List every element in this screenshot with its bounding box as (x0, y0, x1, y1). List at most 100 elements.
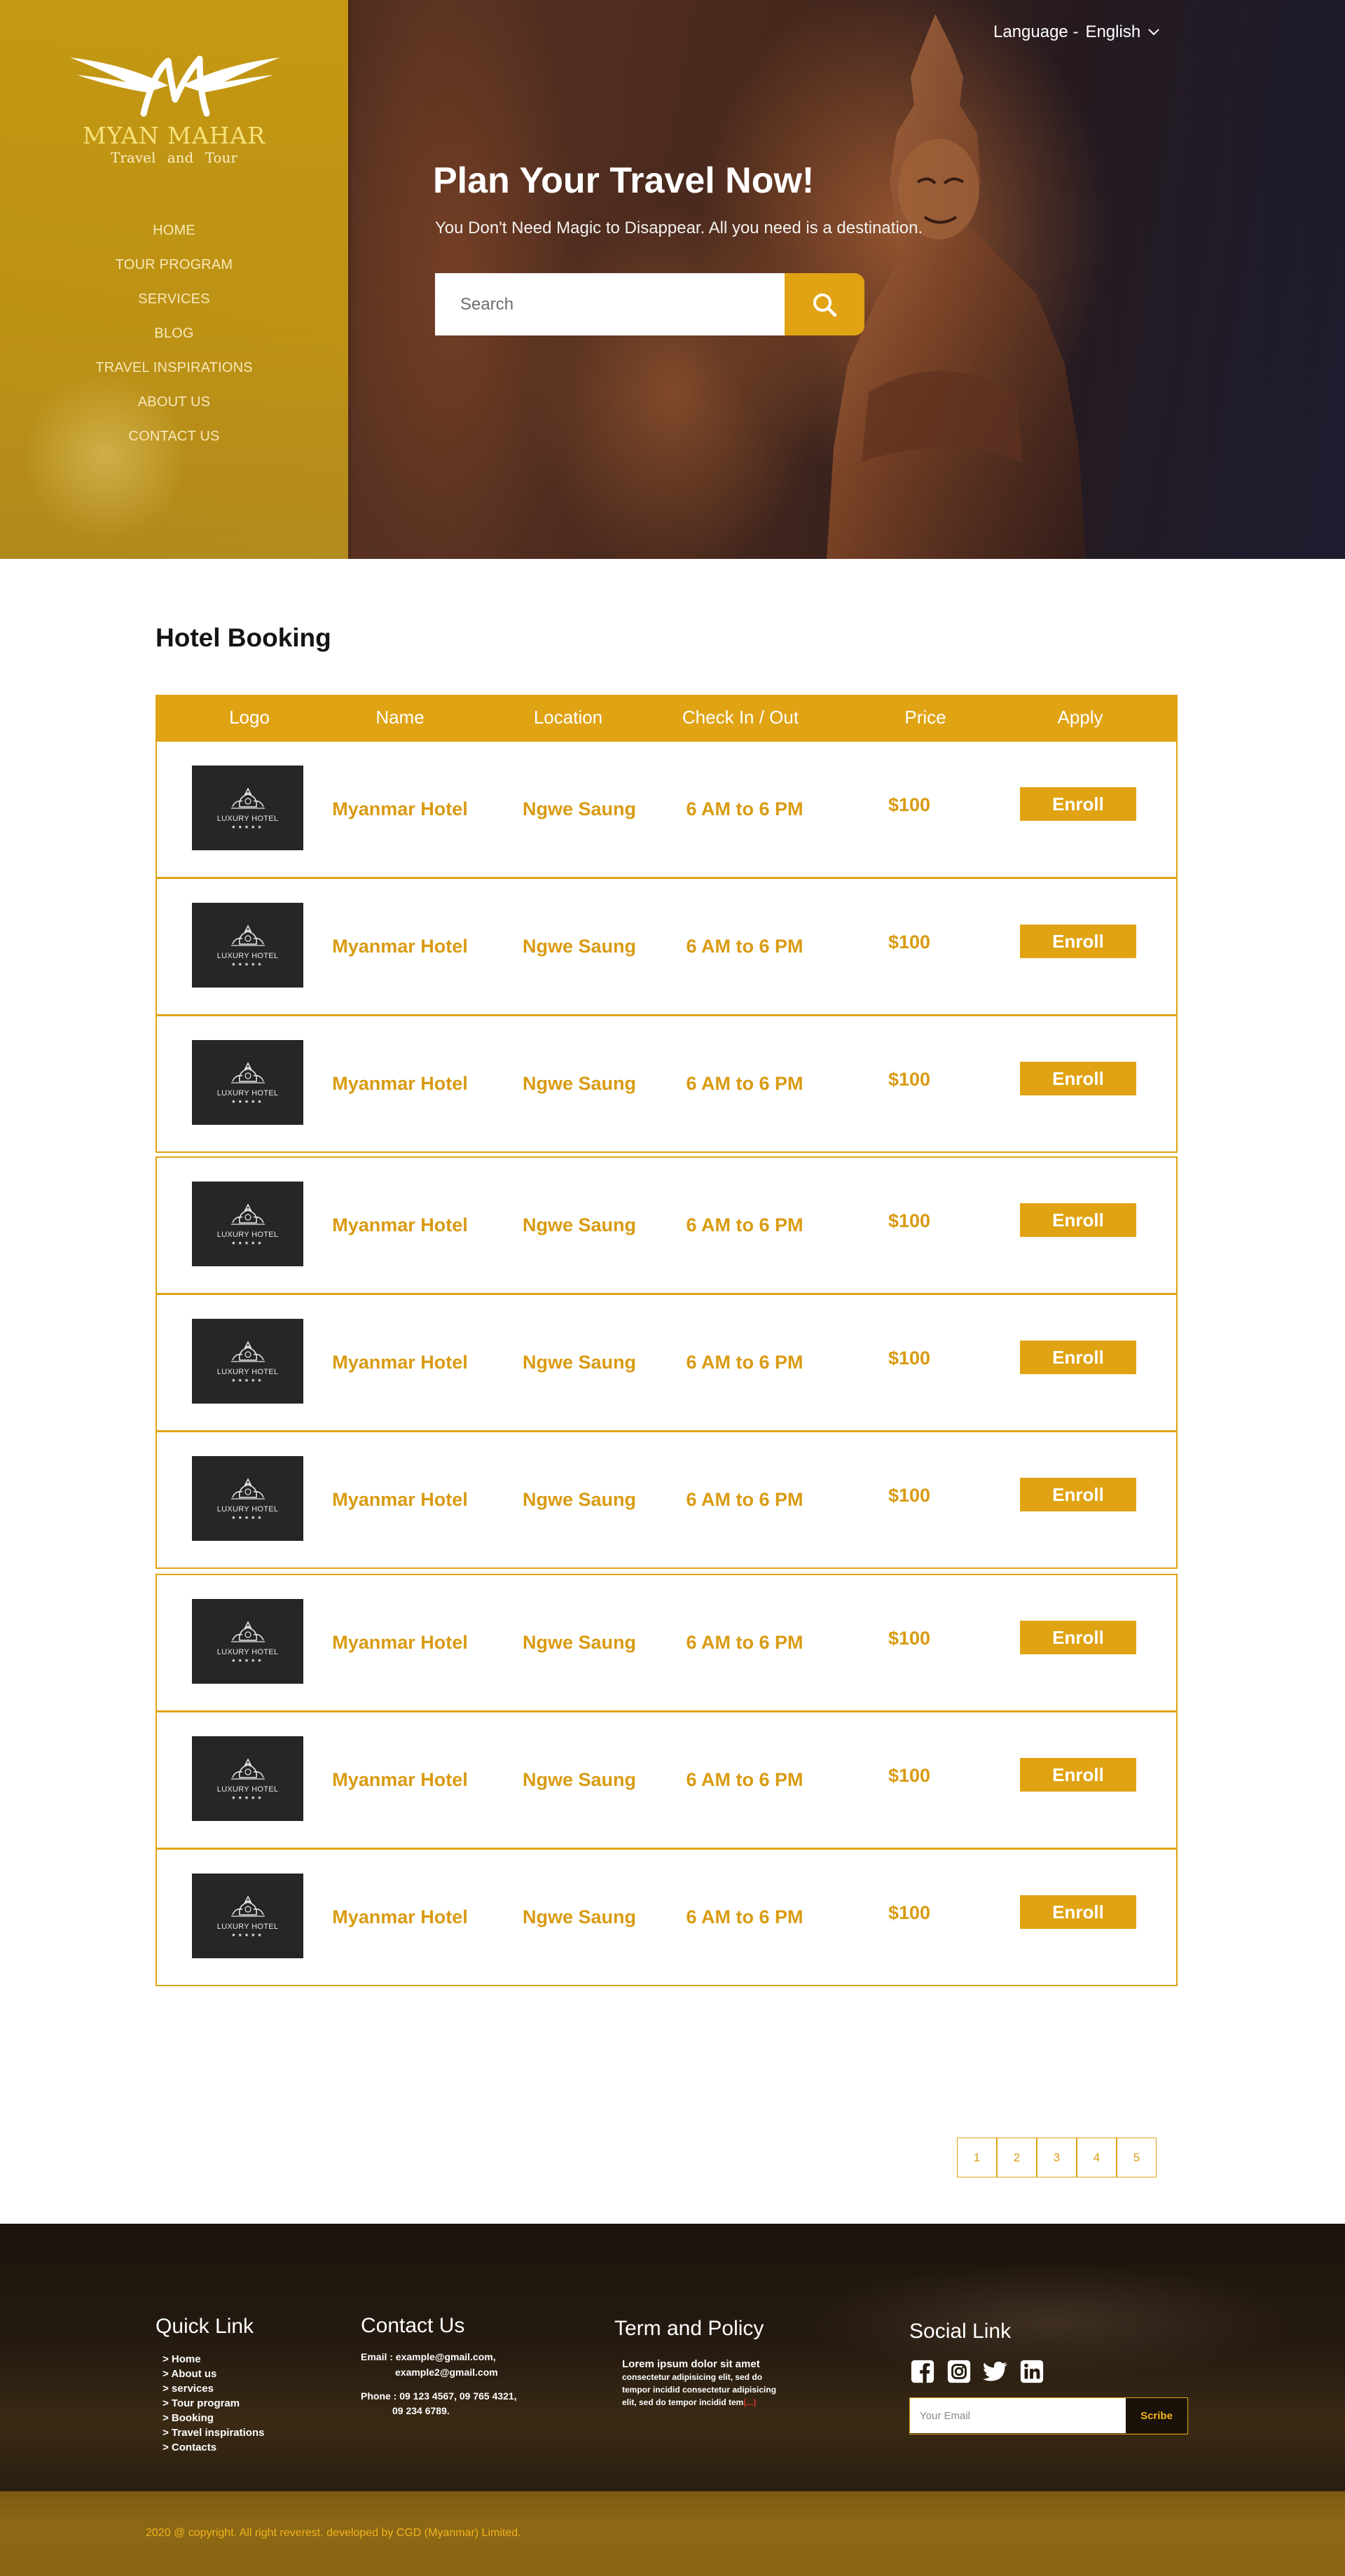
hotel-logo-text: LUXURY HOTEL (216, 1505, 279, 1514)
column-header-logo: Logo (229, 707, 270, 728)
subscribe-button[interactable]: Scribe (1126, 2398, 1187, 2433)
table-row: LUXURY HOTEL ★★★★★ Myanmar Hotel Ngwe Saung… (156, 1156, 1178, 1294)
term-policy-text: Lorem ipsum dolor sit amet consectetur a… (622, 2358, 811, 2409)
hotel-location: Ngwe Saung (522, 798, 637, 819)
contact-email-line-1: Email : example@gmail.com, (361, 2351, 496, 2362)
enroll-button[interactable]: Enroll (1020, 787, 1136, 821)
enroll-button[interactable]: Enroll (1020, 1341, 1136, 1374)
hotel-crest-icon (230, 1895, 265, 1917)
search-bar (435, 273, 864, 335)
column-header-price: Price (904, 707, 946, 728)
nav-link-tour-program[interactable]: TOUR PROGRAM (116, 257, 233, 272)
social-icons (909, 2358, 1045, 2385)
hotel-logo: LUXURY HOTEL ★★★★★ (192, 1736, 303, 1821)
brand-logo[interactable] (63, 43, 287, 127)
hotel-location: Ngwe Saung (522, 1769, 637, 1790)
contact-title: Contact Us (361, 2314, 465, 2337)
quick-link-about-us[interactable]: > About us (163, 2368, 264, 2383)
enroll-button[interactable]: Enroll (1020, 925, 1136, 958)
search-input[interactable] (435, 273, 785, 335)
quick-link-home[interactable]: > Home (163, 2353, 264, 2368)
hotel-crest-icon (230, 1621, 265, 1642)
enroll-button[interactable]: Enroll (1020, 1621, 1136, 1654)
contact-phone-line-1: Phone : 09 123 4567, 09 765 4321, (361, 2390, 517, 2402)
hotel-check-time: 6 AM to 6 PM (686, 1632, 803, 1653)
hero-subtitle: You Don't Need Magic to Disappear. All y… (435, 219, 923, 237)
term-policy-title: Term and Policy (614, 2317, 764, 2340)
twitter-icon[interactable] (982, 2358, 1009, 2385)
hotel-check-time: 6 AM to 6 PM (686, 1769, 803, 1790)
hotel-name: Myanmar Hotel (332, 1489, 468, 1510)
newsletter-form: Scribe (909, 2397, 1188, 2435)
brand-name: MYAN MAHAR (82, 122, 266, 149)
hotel-booking-title: Hotel Booking (156, 623, 331, 652)
newsletter-email-input[interactable] (910, 2398, 1126, 2433)
table-row: LUXURY HOTEL ★★★★★ Myanmar Hotel Ngwe Saung… (156, 878, 1178, 1016)
nav-link-about-us[interactable]: ABOUT US (138, 394, 210, 410)
hotel-price: $100 (888, 1628, 931, 1649)
term-more-link[interactable]: (...) (743, 2397, 756, 2407)
hotel-crest-icon (230, 1062, 265, 1083)
hotel-logo-text: LUXURY HOTEL (216, 1785, 279, 1794)
search-button[interactable] (785, 273, 864, 335)
enroll-button[interactable]: Enroll (1020, 1895, 1136, 1929)
instagram-icon[interactable] (946, 2358, 972, 2385)
hotel-logo: LUXURY HOTEL ★★★★★ (192, 1182, 303, 1266)
hotel-price: $100 (888, 794, 931, 815)
enroll-button[interactable]: Enroll (1020, 1478, 1136, 1511)
quick-link-tour-program[interactable]: > Tour program (163, 2397, 264, 2412)
hotel-check-time: 6 AM to 6 PM (686, 1489, 803, 1510)
page-2-button[interactable]: 2 (997, 2138, 1037, 2177)
hotel-location: Ngwe Saung (522, 1073, 637, 1094)
language-label: Language - (993, 22, 1079, 41)
nav-link-travel-inspirations[interactable]: TRAVEL INSPIRATIONS (95, 360, 253, 375)
chevron-down-icon (1148, 29, 1159, 36)
quick-link-contacts[interactable]: > Contacts (163, 2442, 264, 2456)
hotel-location: Ngwe Saung (522, 1352, 637, 1373)
hotel-logo-text: LUXURY HOTEL (216, 952, 279, 960)
hotel-name: Myanmar Hotel (332, 1073, 468, 1094)
enroll-button[interactable]: Enroll (1020, 1203, 1136, 1237)
hotel-logo-text: LUXURY HOTEL (216, 1648, 279, 1656)
hotel-crest-icon (230, 1478, 265, 1500)
nav-link-services[interactable]: SERVICES (138, 291, 209, 307)
page-3-button[interactable]: 3 (1037, 2138, 1077, 2177)
quick-link-travel-inspirations[interactable]: > Travel inspirations (163, 2427, 264, 2442)
page-1-button[interactable]: 1 (957, 2138, 997, 2177)
nav-link-blog[interactable]: BLOG (154, 326, 193, 341)
quick-link-services[interactable]: > services (163, 2383, 264, 2397)
hotel-price: $100 (888, 1210, 931, 1231)
hotel-check-time: 6 AM to 6 PM (686, 936, 803, 957)
hotel-logo: LUXURY HOTEL ★★★★★ (192, 1040, 303, 1125)
hotel-name: Myanmar Hotel (332, 1769, 468, 1790)
hotel-logo-stars: ★★★★★ (231, 824, 264, 830)
hero-title: Plan Your Travel Now! (433, 160, 815, 201)
hotel-name: Myanmar Hotel (332, 1632, 468, 1653)
hotel-check-time: 6 AM to 6 PM (686, 798, 803, 819)
hotel-name: Myanmar Hotel (332, 936, 468, 957)
search-icon (813, 293, 837, 317)
table-row: LUXURY HOTEL ★★★★★ Myanmar Hotel Ngwe Saung… (156, 1574, 1178, 1712)
brand-tagline: Travel and Tour (111, 149, 237, 166)
hotel-logo-stars: ★★★★★ (231, 1515, 264, 1521)
enroll-button[interactable]: Enroll (1020, 1062, 1136, 1095)
social-link-title: Social Link (909, 2320, 1012, 2343)
nav-link-home[interactable]: HOME (153, 223, 195, 238)
enroll-button[interactable]: Enroll (1020, 1758, 1136, 1792)
quick-link-booking[interactable]: > Booking (163, 2412, 264, 2427)
hotel-logo-stars: ★★★★★ (231, 1932, 264, 1938)
facebook-icon[interactable] (909, 2358, 936, 2385)
quick-link-title: Quick Link (156, 2315, 254, 2338)
linkedin-icon[interactable] (1019, 2358, 1045, 2385)
page-5-button[interactable]: 5 (1117, 2138, 1157, 2177)
hero-banner: MYAN MAHAR Travel and Tour HOME TOUR PRO… (0, 0, 1345, 559)
hotel-logo-stars: ★★★★★ (231, 1240, 264, 1246)
nav-link-contact-us[interactable]: CONTACT US (128, 429, 219, 444)
language-selector[interactable]: Language - English (993, 22, 1160, 42)
page-4-button[interactable]: 4 (1077, 2138, 1117, 2177)
language-value: English (1085, 22, 1141, 41)
hotel-logo-text: LUXURY HOTEL (216, 815, 279, 823)
column-header-location: Location (533, 707, 603, 728)
hotel-logo: LUXURY HOTEL ★★★★★ (192, 766, 303, 850)
nav-item-contact-us: CONTACT US (0, 429, 348, 463)
